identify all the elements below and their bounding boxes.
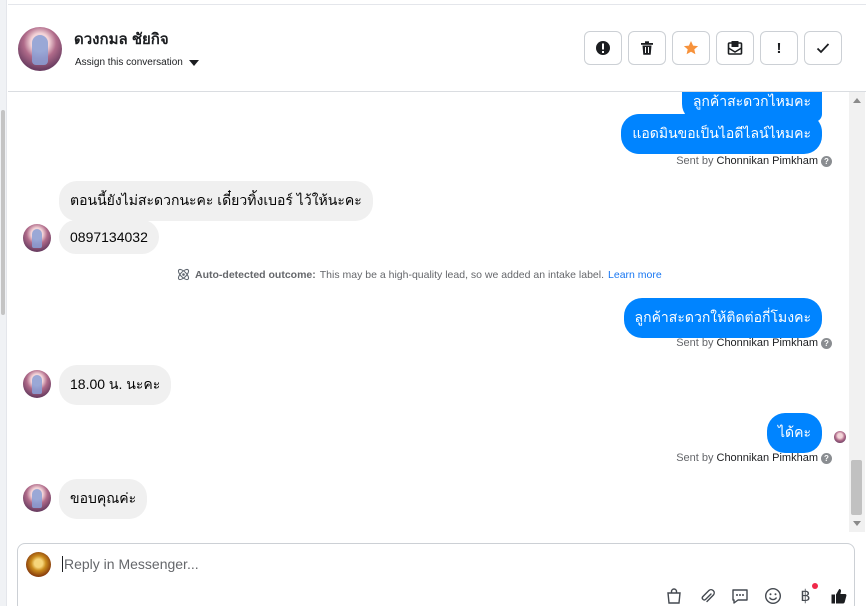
delete-button[interactable] — [628, 31, 666, 65]
star-icon — [683, 41, 699, 55]
incoming-message[interactable]: 0897134032 — [59, 220, 159, 254]
left-scrollbar[interactable] — [0, 0, 7, 606]
reply-input[interactable]: Reply in Messenger... — [62, 556, 199, 572]
notification-dot — [812, 583, 818, 589]
mark-done-button[interactable] — [804, 31, 842, 65]
auto-detected-outcome-notice: Auto-detected outcome: This may be a hig… — [176, 267, 662, 282]
sent-by-name[interactable]: Chonnikan Pimkham — [717, 155, 819, 167]
learn-more-link[interactable]: Learn more — [608, 269, 662, 281]
follow-up-icon: ! — [776, 39, 782, 57]
contact-avatar[interactable] — [18, 27, 62, 71]
message-list[interactable]: ลูกค้าสะดวกไหมคะ แอดมินขอเป็นไอดีไลน์ไหม… — [8, 92, 848, 532]
outgoing-message[interactable]: ลูกค้าสะดวกให้ติดต่อกี่โมงคะ — [623, 298, 822, 338]
incoming-message[interactable]: ขอบคุณค่ะ — [59, 479, 148, 519]
help-icon[interactable]: ? — [821, 452, 832, 464]
caret-down-icon — [188, 59, 199, 66]
outcome-label: Auto-detected outcome: — [195, 268, 316, 281]
payment-button[interactable]: ฿ — [796, 583, 818, 605]
contact-name[interactable]: ดวงกมล ชัยกิจ — [74, 27, 169, 51]
baht-icon: ฿ — [800, 587, 811, 605]
header-actions: ! — [584, 31, 842, 65]
saved-replies-button[interactable] — [730, 586, 749, 605]
assign-conversation-dropdown[interactable]: Assign this conversation — [75, 57, 199, 68]
shop-button[interactable] — [664, 586, 683, 605]
check-icon — [816, 43, 830, 54]
sent-by-name[interactable]: Chonnikan Pimkham — [717, 452, 819, 464]
mark-unread-icon — [727, 41, 743, 55]
contact-avatar-small[interactable] — [23, 370, 51, 398]
incoming-message[interactable]: ตอนนี้ยังไม่สะดวกนะคะ เดี๋ยวทิ้งเบอร์ ไว… — [59, 181, 373, 221]
incoming-message[interactable]: 18.00 น. นะคะ — [59, 365, 172, 405]
mark-unread-button[interactable] — [716, 31, 754, 65]
star-button[interactable] — [672, 31, 710, 65]
messenger-conversation-panel: ดวงกมล ชัยกิจ Assign this conversation ! — [0, 0, 866, 606]
sent-by-prefix: Sent by — [676, 337, 714, 349]
scroll-down-arrow-icon[interactable] — [853, 521, 861, 526]
page-avatar — [26, 552, 51, 577]
seen-indicator-avatar — [834, 431, 846, 443]
trash-icon — [641, 41, 653, 55]
help-icon[interactable]: ? — [821, 337, 832, 349]
left-scrollbar-thumb[interactable] — [1, 110, 5, 315]
follow-up-button[interactable]: ! — [760, 31, 798, 65]
outcome-text: This may be a high-quality lead, so we a… — [319, 268, 605, 281]
spam-icon — [596, 41, 610, 55]
scroll-up-arrow-icon[interactable] — [853, 98, 861, 103]
contact-avatar-small[interactable] — [23, 224, 51, 252]
saved-reply-icon — [731, 588, 748, 604]
attach-button[interactable] — [697, 586, 716, 605]
attachment-icon — [701, 588, 715, 602]
outgoing-message[interactable]: แอดมินขอเป็นไอดีไลน์ไหมคะ — [621, 114, 822, 154]
emoji-button[interactable] — [763, 586, 782, 605]
sent-by-prefix: Sent by — [676, 452, 714, 464]
outgoing-message[interactable]: ได้คะ — [766, 413, 822, 453]
sent-by-info: Sent by Chonnikan Pimkham ? — [676, 337, 832, 349]
shopping-bag-icon — [666, 587, 681, 604]
like-icon — [831, 588, 846, 603]
reply-composer: Reply in Messenger... ฿ — [17, 543, 855, 606]
contact-avatar-small[interactable] — [23, 484, 51, 512]
like-button[interactable] — [829, 586, 848, 605]
scrollbar-thumb[interactable] — [851, 460, 862, 515]
atom-icon — [177, 268, 190, 281]
composer-tools: ฿ — [664, 583, 848, 605]
sent-by-name[interactable]: Chonnikan Pimkham — [717, 337, 819, 349]
conversation-header: ดวงกมล ชัยกิจ Assign this conversation ! — [8, 4, 866, 92]
emoji-icon — [764, 587, 781, 604]
assign-label: Assign this conversation — [75, 57, 183, 68]
mark-spam-button[interactable] — [584, 31, 622, 65]
sent-by-info: Sent by Chonnikan Pimkham ? — [676, 452, 832, 464]
sent-by-info: Sent by Chonnikan Pimkham ? — [676, 155, 832, 167]
message-scrollbar[interactable] — [849, 92, 865, 532]
help-icon[interactable]: ? — [821, 155, 832, 167]
sent-by-prefix: Sent by — [676, 155, 714, 167]
